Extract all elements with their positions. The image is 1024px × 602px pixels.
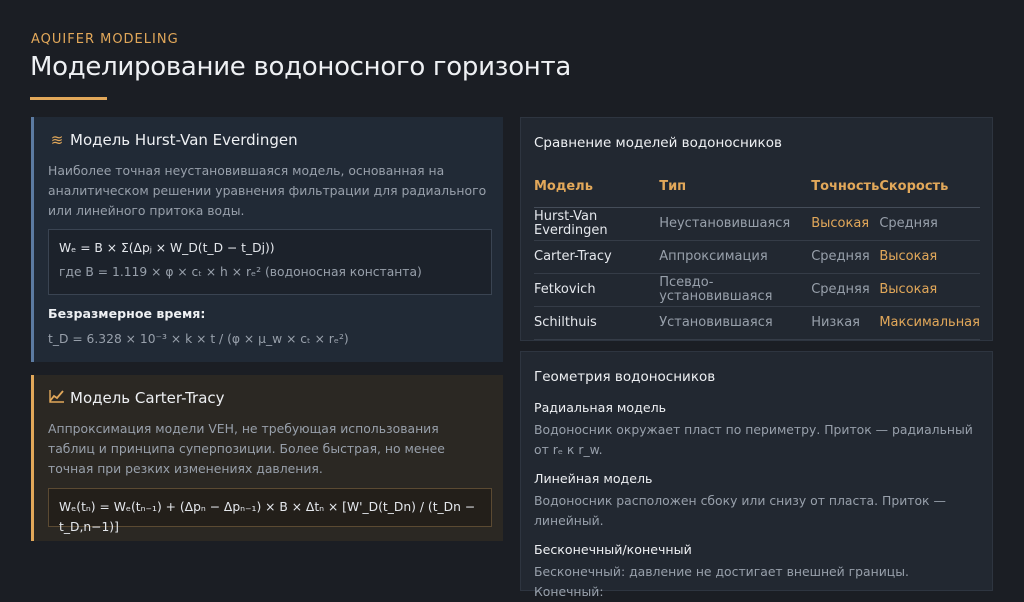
cell-accuracy: Средняя: [811, 240, 880, 274]
hurst-card-title: Модель Hurst-Van Everdingen: [70, 131, 298, 149]
hurst-formula-main: Wₑ = B × Σ(Δpⱼ × W_D(t_D − t_Dj)): [59, 241, 275, 255]
cell-model: Carter-Tracy: [534, 240, 660, 274]
cell-type: Аппроксимация: [659, 240, 812, 274]
comparison-panel: Сравнение моделей водоносников Модель Ти…: [520, 117, 993, 341]
hurst-card-header: ≋ Модель Hurst-Van Everdingen: [48, 131, 298, 149]
table-row: Fetkovich Псевдо-установившаяся Средняя …: [534, 273, 980, 307]
geometry-title: Геометрия водоносников: [534, 369, 716, 385]
header-type: Тип: [659, 165, 812, 208]
carter-formula-box: Wₑ(tₙ) = Wₑ(tₙ₋₁) + (Δpₙ − Δpₙ₋₁) × B × …: [48, 488, 492, 534]
table-header-row: Модель Тип Точность Скорость: [534, 165, 980, 208]
cell-accuracy: Низкая: [811, 306, 880, 340]
waves-icon: ≋: [50, 131, 64, 149]
boundary-title: Бесконечный/конечный: [534, 542, 692, 557]
carter-formula: Wₑ(tₙ) = Wₑ(tₙ₋₁) + (Δpₙ − Δpₙ₋₁) × B × …: [59, 500, 476, 534]
boundary-text: Бесконечный: давление не достигает внешн…: [534, 564, 909, 599]
cell-speed: Максимальная: [879, 306, 980, 340]
hurst-formula-box: Wₑ = B × Σ(Δpⱼ × W_D(t_D − t_Dj)) где B …: [48, 229, 492, 295]
dimensionless-time-title: Безразмерное время:: [48, 306, 206, 321]
cell-model: Schilthuis: [534, 306, 660, 340]
linear-model-text: Водоносник расположен сбоку или снизу от…: [534, 493, 946, 528]
cell-model: Fetkovich: [534, 273, 660, 307]
eyebrow: AQUIFER MODELING: [31, 32, 179, 47]
comparison-title: Сравнение моделей водоносников: [534, 135, 782, 151]
linear-model-title: Линейная модель: [534, 471, 653, 486]
header-accuracy: Точность: [811, 165, 880, 208]
cell-accuracy: Высокая: [811, 207, 880, 241]
header-speed: Скорость: [879, 165, 980, 208]
cell-model: Hurst-Van Everdingen: [534, 207, 660, 241]
cell-type: Псевдо-установившаяся: [659, 273, 812, 307]
title-underline: [30, 97, 107, 100]
hurst-card-description: Наиболее точная неустановившаяся модель,…: [48, 163, 487, 218]
table-row: Hurst-Van Everdingen Неустановившаяся Вы…: [534, 207, 980, 241]
carter-card-header: Модель Carter-Tracy: [48, 389, 225, 407]
table-row: Carter-Tracy Аппроксимация Средняя Высок…: [534, 240, 980, 274]
cell-speed: Высокая: [879, 273, 980, 307]
geometry-panel: Геометрия водоносников Радиальная модель…: [520, 351, 993, 599]
table-row: Schilthuis Установившаяся Низкая Максима…: [534, 306, 980, 340]
hurst-formula-note: где B = 1.119 × φ × cₜ × h × rₑ² (водоно…: [59, 265, 422, 279]
carter-card: Модель Carter-Tracy Аппроксимация модели…: [31, 375, 503, 541]
page-title: Моделирование водоносного горизонта: [30, 52, 571, 82]
cell-type: Установившаяся: [659, 306, 812, 340]
hurst-card: ≋ Модель Hurst-Van Everdingen Наиболее т…: [31, 117, 503, 362]
cell-speed: Средняя: [879, 207, 980, 241]
cell-speed: Высокая: [879, 240, 980, 274]
dimensionless-time-formula: t_D = 6.328 × 10⁻³ × k × t / (φ × μ_w × …: [48, 332, 349, 346]
radial-model-title: Радиальная модель: [534, 400, 667, 415]
comparison-table: Модель Тип Точность Скорость Hurst-Van E…: [534, 165, 980, 340]
trend-icon: [48, 389, 66, 407]
carter-card-description: Аппроксимация модели VEH, не требующая и…: [48, 421, 445, 476]
header-model: Модель: [534, 165, 660, 208]
cell-type: Неустановившаяся: [659, 207, 812, 241]
radial-model-text: Водоносник окружает пласт по периметру. …: [534, 422, 973, 457]
carter-card-title: Модель Carter-Tracy: [70, 389, 225, 407]
cell-accuracy: Средняя: [811, 273, 880, 307]
